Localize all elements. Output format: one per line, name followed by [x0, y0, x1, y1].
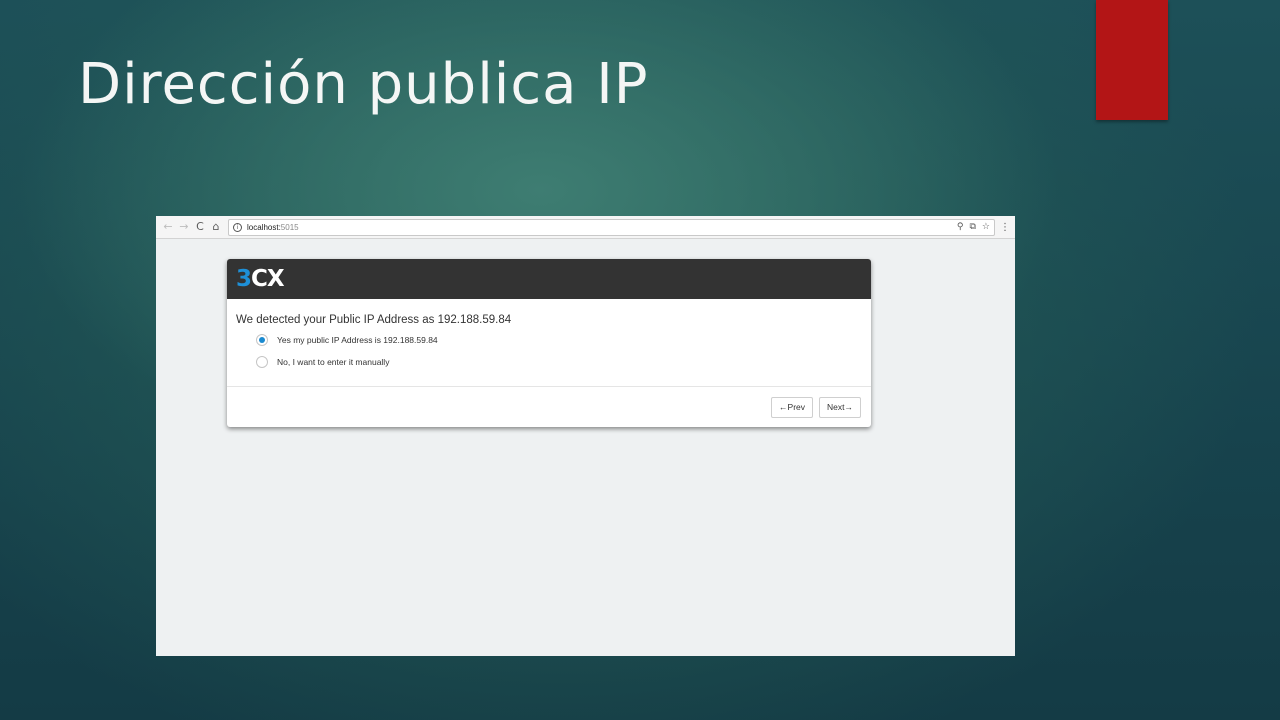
back-icon[interactable]: ←	[160, 219, 176, 235]
slide-title: Dirección publica IP	[78, 52, 649, 117]
browser-toolbar: ← → C ⌂ i localhost: 5015 ⚲ ⧉ ☆ ⋮	[156, 216, 1015, 239]
wizard-heading: We detected your Public IP Address as 19…	[236, 314, 512, 326]
home-icon[interactable]: ⌂	[208, 219, 224, 235]
wizard-body: We detected your Public IP Address as 19…	[227, 299, 871, 387]
option-yes-label[interactable]: Yes my public IP Address is 192.188.59.8…	[277, 335, 438, 345]
url-port: 5015	[280, 222, 299, 232]
setup-wizard-panel: 3CX We detected your Public IP Address a…	[227, 259, 871, 427]
red-accent-bar	[1096, 0, 1168, 120]
prev-button[interactable]: ←Prev	[771, 396, 814, 418]
option-yes[interactable]: Yes my public IP Address is 192.188.59.8…	[256, 334, 862, 346]
star-icon[interactable]: ☆	[982, 222, 990, 232]
translate-icon[interactable]: ⧉	[969, 222, 975, 232]
forward-icon[interactable]: →	[176, 219, 192, 235]
address-bar[interactable]: i localhost: 5015 ⚲ ⧉ ☆	[228, 218, 995, 236]
info-icon[interactable]: i	[233, 222, 242, 232]
url-host: localhost:	[247, 222, 281, 232]
reload-icon[interactable]: C	[192, 219, 208, 235]
next-button[interactable]: Next→	[819, 396, 861, 418]
option-manual-label[interactable]: No, I want to enter it manually	[277, 357, 389, 367]
wizard-header: 3CX	[227, 259, 871, 299]
wizard-footer: ←Prev Next→	[227, 387, 871, 427]
key-icon[interactable]: ⚲	[957, 222, 964, 232]
radio-yes[interactable]	[256, 334, 268, 346]
browser-screenshot: ← → C ⌂ i localhost: 5015 ⚲ ⧉ ☆ ⋮ 3CX We …	[156, 216, 1015, 656]
option-manual[interactable]: No, I want to enter it manually	[256, 356, 862, 368]
radio-manual[interactable]	[256, 356, 268, 368]
3cx-logo: 3CX	[236, 265, 285, 292]
radio-selected-dot	[259, 337, 265, 343]
menu-icon[interactable]: ⋮	[999, 222, 1011, 233]
